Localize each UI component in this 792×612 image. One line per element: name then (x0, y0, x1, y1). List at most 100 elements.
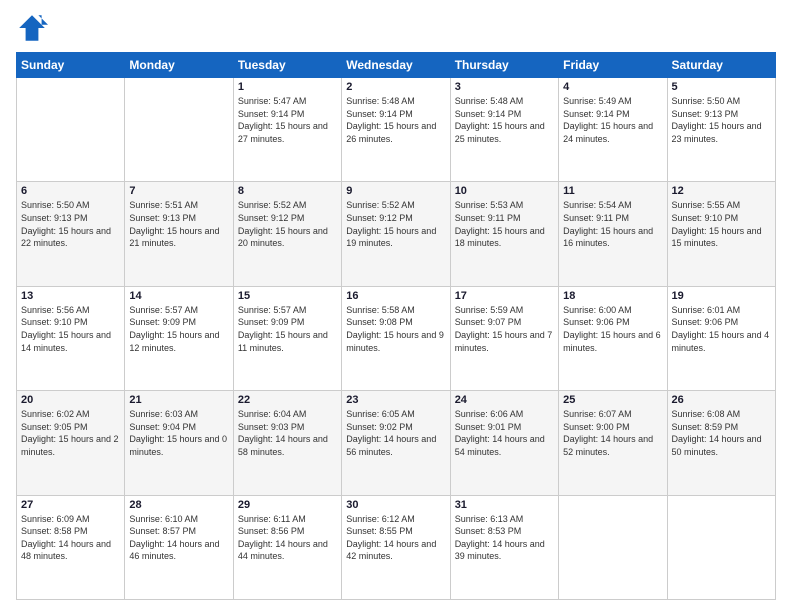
day-number: 11 (563, 185, 662, 197)
day-info: Sunrise: 6:12 AMSunset: 8:55 PMDaylight:… (346, 513, 445, 563)
day-number: 31 (455, 499, 554, 511)
day-info: Sunrise: 5:50 AMSunset: 9:13 PMDaylight:… (672, 95, 771, 145)
day-info: Sunrise: 5:57 AMSunset: 9:09 PMDaylight:… (238, 304, 337, 354)
calendar-cell: 29 Sunrise: 6:11 AMSunset: 8:56 PMDayligh… (233, 495, 341, 599)
day-info: Sunrise: 5:59 AMSunset: 9:07 PMDaylight:… (455, 304, 554, 354)
day-header-wednesday: Wednesday (342, 53, 450, 78)
day-info: Sunrise: 5:56 AMSunset: 9:10 PMDaylight:… (21, 304, 120, 354)
day-number: 8 (238, 185, 337, 197)
day-info: Sunrise: 5:48 AMSunset: 9:14 PMDaylight:… (455, 95, 554, 145)
day-number: 28 (129, 499, 228, 511)
day-number: 7 (129, 185, 228, 197)
calendar-cell (125, 78, 233, 182)
calendar-header-row: SundayMondayTuesdayWednesdayThursdayFrid… (17, 53, 776, 78)
day-number: 2 (346, 81, 445, 93)
day-number: 25 (563, 394, 662, 406)
calendar-cell: 18 Sunrise: 6:00 AMSunset: 9:06 PMDayligh… (559, 286, 667, 390)
calendar-cell: 9 Sunrise: 5:52 AMSunset: 9:12 PMDaylight… (342, 182, 450, 286)
calendar-table: SundayMondayTuesdayWednesdayThursdayFrid… (16, 52, 776, 600)
calendar-cell: 17 Sunrise: 5:59 AMSunset: 9:07 PMDayligh… (450, 286, 558, 390)
header (16, 12, 776, 44)
day-number: 13 (21, 290, 120, 302)
day-info: Sunrise: 6:13 AMSunset: 8:53 PMDaylight:… (455, 513, 554, 563)
week-row-3: 13 Sunrise: 5:56 AMSunset: 9:10 PMDayligh… (17, 286, 776, 390)
calendar-cell: 6Sunrise: 5:50 AMSunset: 9:13 PMDaylight… (17, 182, 125, 286)
day-header-monday: Monday (125, 53, 233, 78)
calendar-cell: 16 Sunrise: 5:58 AMSunset: 9:08 PMDayligh… (342, 286, 450, 390)
calendar-cell: 23 Sunrise: 6:05 AMSunset: 9:02 PMDayligh… (342, 391, 450, 495)
logo-icon (16, 12, 48, 44)
day-header-sunday: Sunday (17, 53, 125, 78)
day-number: 24 (455, 394, 554, 406)
day-info: Sunrise: 5:47 AMSunset: 9:14 PMDaylight:… (238, 95, 337, 145)
day-number: 27 (21, 499, 120, 511)
day-number: 14 (129, 290, 228, 302)
day-info: Sunrise: 5:52 AMSunset: 9:12 PMDaylight:… (238, 199, 337, 249)
day-number: 23 (346, 394, 445, 406)
day-number: 4 (563, 81, 662, 93)
calendar-cell: 10 Sunrise: 5:53 AMSunset: 9:11 PMDayligh… (450, 182, 558, 286)
day-info: Sunrise: 5:48 AMSunset: 9:14 PMDaylight:… (346, 95, 445, 145)
calendar-cell: 4 Sunrise: 5:49 AMSunset: 9:14 PMDaylight… (559, 78, 667, 182)
day-number: 6 (21, 185, 120, 197)
calendar-cell: 20Sunrise: 6:02 AMSunset: 9:05 PMDayligh… (17, 391, 125, 495)
day-number: 5 (672, 81, 771, 93)
day-info: Sunrise: 5:57 AMSunset: 9:09 PMDaylight:… (129, 304, 228, 354)
logo (16, 12, 52, 44)
day-number: 10 (455, 185, 554, 197)
day-info: Sunrise: 5:54 AMSunset: 9:11 PMDaylight:… (563, 199, 662, 249)
day-info: Sunrise: 6:07 AMSunset: 9:00 PMDaylight:… (563, 408, 662, 458)
day-header-friday: Friday (559, 53, 667, 78)
day-info: Sunrise: 6:03 AMSunset: 9:04 PMDaylight:… (129, 408, 228, 458)
day-header-thursday: Thursday (450, 53, 558, 78)
calendar-cell: 3 Sunrise: 5:48 AMSunset: 9:14 PMDaylight… (450, 78, 558, 182)
calendar-cell (559, 495, 667, 599)
day-info: Sunrise: 6:11 AMSunset: 8:56 PMDaylight:… (238, 513, 337, 563)
calendar-cell: 27 Sunrise: 6:09 AMSunset: 8:58 PMDayligh… (17, 495, 125, 599)
week-row-2: 6Sunrise: 5:50 AMSunset: 9:13 PMDaylight… (17, 182, 776, 286)
day-info: Sunrise: 5:58 AMSunset: 9:08 PMDaylight:… (346, 304, 445, 354)
day-number: 16 (346, 290, 445, 302)
week-row-4: 20Sunrise: 6:02 AMSunset: 9:05 PMDayligh… (17, 391, 776, 495)
day-info: Sunrise: 5:51 AMSunset: 9:13 PMDaylight:… (129, 199, 228, 249)
day-info: Sunrise: 6:00 AMSunset: 9:06 PMDaylight:… (563, 304, 662, 354)
calendar-cell: 11 Sunrise: 5:54 AMSunset: 9:11 PMDayligh… (559, 182, 667, 286)
week-row-1: 1Sunrise: 5:47 AMSunset: 9:14 PMDaylight… (17, 78, 776, 182)
day-info: Sunrise: 6:09 AMSunset: 8:58 PMDaylight:… (21, 513, 120, 563)
day-info: Sunrise: 6:04 AMSunset: 9:03 PMDaylight:… (238, 408, 337, 458)
calendar-cell: 21Sunrise: 6:03 AMSunset: 9:04 PMDayligh… (125, 391, 233, 495)
day-info: Sunrise: 5:55 AMSunset: 9:10 PMDaylight:… (672, 199, 771, 249)
day-info: Sunrise: 6:10 AMSunset: 8:57 PMDaylight:… (129, 513, 228, 563)
week-row-5: 27 Sunrise: 6:09 AMSunset: 8:58 PMDayligh… (17, 495, 776, 599)
calendar-cell: 26Sunrise: 6:08 AMSunset: 8:59 PMDayligh… (667, 391, 775, 495)
day-number: 19 (672, 290, 771, 302)
day-info: Sunrise: 5:53 AMSunset: 9:11 PMDaylight:… (455, 199, 554, 249)
day-info: Sunrise: 6:06 AMSunset: 9:01 PMDaylight:… (455, 408, 554, 458)
calendar-cell: 8 Sunrise: 5:52 AMSunset: 9:12 PMDaylight… (233, 182, 341, 286)
calendar-cell: 25 Sunrise: 6:07 AMSunset: 9:00 PMDayligh… (559, 391, 667, 495)
calendar-cell: 13 Sunrise: 5:56 AMSunset: 9:10 PMDayligh… (17, 286, 125, 390)
day-header-tuesday: Tuesday (233, 53, 341, 78)
day-number: 20 (21, 394, 120, 406)
calendar-cell: 19 Sunrise: 6:01 AMSunset: 9:06 PMDayligh… (667, 286, 775, 390)
calendar-cell: 15Sunrise: 5:57 AMSunset: 9:09 PMDayligh… (233, 286, 341, 390)
day-number: 18 (563, 290, 662, 302)
day-number: 12 (672, 185, 771, 197)
calendar-cell: 5 Sunrise: 5:50 AMSunset: 9:13 PMDaylight… (667, 78, 775, 182)
day-info: Sunrise: 6:08 AMSunset: 8:59 PMDaylight:… (672, 408, 771, 458)
day-info: Sunrise: 5:52 AMSunset: 9:12 PMDaylight:… (346, 199, 445, 249)
calendar-cell: 28 Sunrise: 6:10 AMSunset: 8:57 PMDayligh… (125, 495, 233, 599)
day-info: Sunrise: 6:05 AMSunset: 9:02 PMDaylight:… (346, 408, 445, 458)
day-number: 17 (455, 290, 554, 302)
day-number: 22 (238, 394, 337, 406)
day-info: Sunrise: 6:01 AMSunset: 9:06 PMDaylight:… (672, 304, 771, 354)
calendar-cell: 22 Sunrise: 6:04 AMSunset: 9:03 PMDayligh… (233, 391, 341, 495)
calendar-cell: 31 Sunrise: 6:13 AMSunset: 8:53 PMDayligh… (450, 495, 558, 599)
day-header-saturday: Saturday (667, 53, 775, 78)
day-number: 3 (455, 81, 554, 93)
calendar-cell: 30 Sunrise: 6:12 AMSunset: 8:55 PMDayligh… (342, 495, 450, 599)
day-number: 9 (346, 185, 445, 197)
day-number: 29 (238, 499, 337, 511)
day-info: Sunrise: 5:49 AMSunset: 9:14 PMDaylight:… (563, 95, 662, 145)
day-number: 30 (346, 499, 445, 511)
